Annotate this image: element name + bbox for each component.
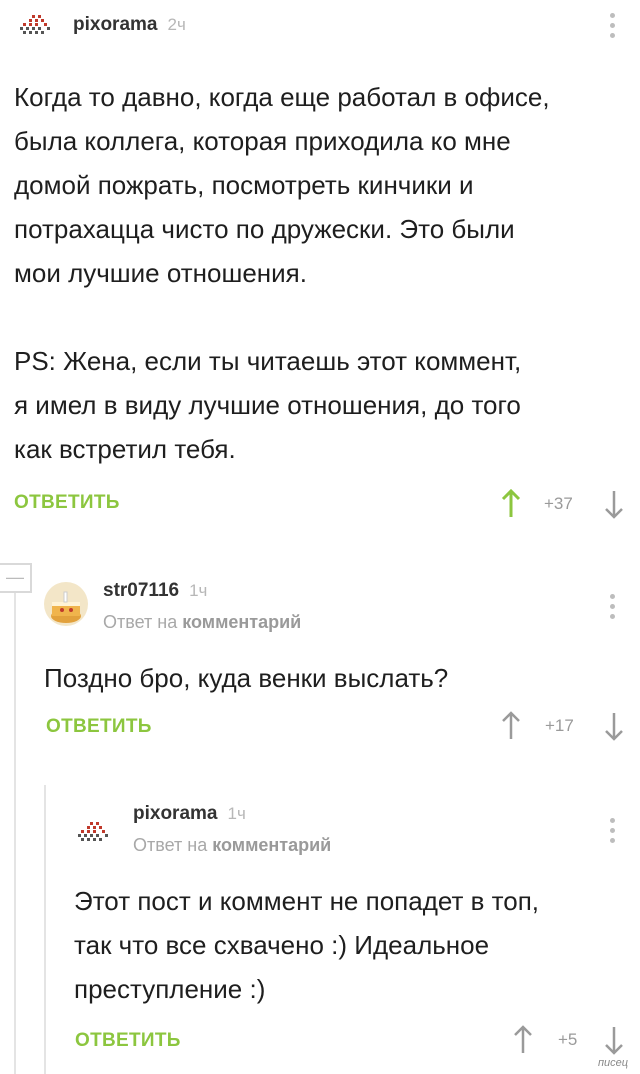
- reply-button[interactable]: ОТВЕТИТЬ: [75, 1030, 181, 1052]
- upvote-icon[interactable]: [500, 489, 522, 519]
- downvote-icon[interactable]: [603, 711, 625, 741]
- downvote-icon[interactable]: [603, 489, 625, 519]
- upvote-icon[interactable]: [500, 711, 522, 741]
- downvote-icon[interactable]: [603, 1025, 625, 1055]
- watermark: писец: [598, 1057, 629, 1069]
- comment-line: была коллега, которая приходила ко мне: [14, 126, 511, 156]
- avatar-pixel-icon[interactable]: [78, 822, 110, 844]
- cake-avatar-icon: [51, 591, 81, 623]
- rating-count: +17: [545, 716, 574, 735]
- more-options-icon[interactable]: [610, 594, 616, 624]
- avatar-pixel-icon[interactable]: [20, 15, 52, 37]
- rating-count: +37: [544, 494, 573, 513]
- comment-line: я имел в виду лучшие отношения, до того: [14, 390, 521, 420]
- rating-count: +5: [558, 1030, 578, 1049]
- reply-to-link[interactable]: комментарий: [182, 612, 301, 632]
- comment-author[interactable]: pixorama 1ч: [133, 803, 246, 825]
- comment-line: Поздно бро, куда венки выслать?: [44, 663, 449, 693]
- comment-line: преступление :): [74, 974, 266, 1004]
- comment-line: потрахацца чисто по дружески. Это были: [14, 214, 515, 244]
- upvote-icon[interactable]: [512, 1025, 534, 1055]
- collapse-thread-button[interactable]: —: [0, 563, 32, 593]
- comment-author[interactable]: str07116 1ч: [103, 580, 207, 602]
- comment-line: Когда то давно, когда еще работал в офис…: [14, 82, 550, 112]
- reply-to-link[interactable]: комментарий: [212, 835, 331, 855]
- comment-line: PS: Жена, если ты читаешь этот коммент,: [14, 346, 522, 376]
- comment-time: 1ч: [227, 804, 246, 823]
- username[interactable]: str07116: [103, 580, 179, 601]
- comment-line: Этот пост и коммент не попадет в топ,: [74, 886, 540, 916]
- username[interactable]: pixorama: [73, 14, 157, 35]
- comment-line: мои лучшие отношения.: [14, 258, 307, 288]
- comment-line: так что все схвачено :) Идеальное: [74, 930, 490, 960]
- thread-line[interactable]: [14, 593, 16, 1074]
- comment-line: [14, 295, 634, 339]
- reply-to-info: Ответ на комментарий: [133, 835, 332, 855]
- reply-button[interactable]: ОТВЕТИТЬ: [46, 716, 152, 738]
- comment-body: Этот пост и коммент не попадет в топ, та…: [74, 879, 634, 1011]
- reply-to-info: Ответ на комментарий: [103, 612, 302, 632]
- comment-author[interactable]: pixorama 2ч: [73, 14, 186, 36]
- comment-time: 1ч: [189, 581, 208, 600]
- comment-line: как встретил тебя.: [14, 434, 236, 464]
- username[interactable]: pixorama: [133, 803, 217, 824]
- avatar[interactable]: [44, 582, 88, 626]
- more-options-icon[interactable]: [610, 13, 616, 43]
- reply-button[interactable]: ОТВЕТИТЬ: [14, 492, 120, 514]
- comment-line: домой пожрать, посмотреть кинчики и: [14, 170, 474, 200]
- comment-body: Поздно бро, куда венки выслать?: [44, 656, 634, 700]
- comment-body: Когда то давно, когда еще работал в офис…: [14, 75, 634, 471]
- thread-line[interactable]: [44, 785, 46, 1074]
- more-options-icon[interactable]: [610, 818, 616, 848]
- comment-time: 2ч: [167, 15, 186, 34]
